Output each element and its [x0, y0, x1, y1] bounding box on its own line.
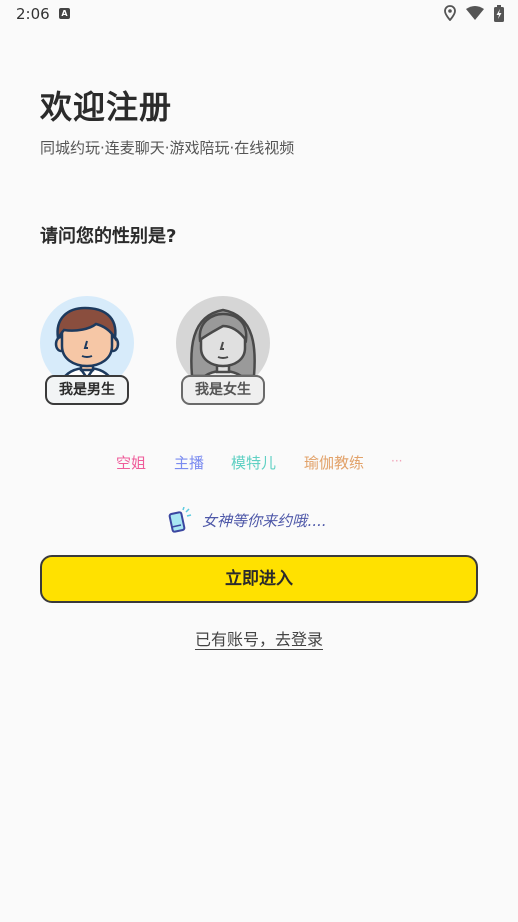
login-link[interactable]: 已有账号，去登录	[0, 626, 518, 650]
slogan-text: 女神等你来约哦....	[202, 511, 327, 530]
wifi-icon	[466, 6, 484, 20]
gender-option-male[interactable]: 我是男生	[40, 296, 134, 406]
gender-question: 请问您的性别是?	[40, 226, 177, 247]
enter-button[interactable]: 立即进入	[40, 555, 478, 603]
status-bar: 2:06 A	[0, 0, 518, 28]
tag-more: ···	[391, 454, 403, 468]
status-time: 2:06	[16, 5, 50, 23]
phone-sparkle-icon	[168, 507, 192, 533]
profession-tags: 空姐 主播 模特儿 瑜伽教练 ···	[0, 452, 518, 476]
battery-charging-icon	[494, 4, 504, 22]
page-subtitle: 同城约玩·连麦聊天·游戏陪玩·在线视频	[40, 139, 295, 157]
status-icons	[444, 4, 504, 22]
login-link-text[interactable]: 已有账号，去登录	[195, 630, 323, 649]
tag-model: 模特儿	[231, 454, 277, 472]
tag-flight-attendant: 空姐	[116, 454, 147, 472]
tag-streamer: 主播	[174, 454, 205, 472]
page-title: 欢迎注册	[40, 88, 173, 126]
slogan: 女神等你来约哦....	[168, 506, 326, 534]
location-icon	[444, 5, 456, 21]
gender-label-female: 我是女生	[181, 375, 265, 405]
a-letter-icon: A	[59, 8, 70, 19]
gender-label-male: 我是男生	[45, 375, 129, 405]
gender-option-female[interactable]: 我是女生	[176, 296, 270, 406]
tag-yoga-coach: 瑜伽教练	[304, 454, 365, 472]
